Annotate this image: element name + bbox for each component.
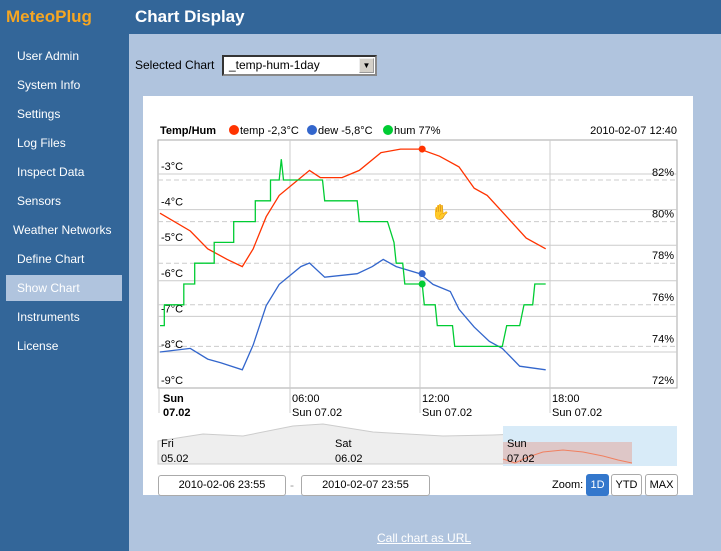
y-left-tick-label: -9°C: [161, 375, 183, 387]
legend-series-value: -5,8°C: [341, 125, 372, 137]
y-right-tick-label: 76%: [652, 292, 674, 304]
logo: MeteoPlug: [6, 7, 92, 26]
x-tick-sublabel: Sun 07.02: [552, 407, 602, 419]
hover-marker-hum: [418, 280, 426, 288]
y-right-tick-label: 80%: [652, 209, 674, 221]
page-title: Chart Display: [135, 7, 245, 26]
sidebar-item-instruments[interactable]: Instruments: [6, 304, 122, 330]
hover-marker-dew: [418, 270, 426, 278]
navigator-label: Sun: [507, 438, 527, 450]
legend-series-value: -2,3°C: [268, 125, 299, 137]
series-line-hum: [160, 159, 546, 348]
sidebar-item-sensors[interactable]: Sensors: [6, 188, 122, 214]
chart: -3°C-4°C-5°C-6°C-7°C-8°C-9°C82%80%78%76%…: [157, 125, 678, 466]
x-tick-label: 12:00: [422, 393, 450, 405]
series-line-temp: [159, 148, 547, 268]
chart-select[interactable]: _temp-hum-1day ▼: [222, 55, 377, 76]
range-separator: -: [290, 478, 294, 492]
navigator-sublabel: 06.02: [335, 453, 363, 465]
x-tick-sublabel: Sun 07.02: [422, 407, 472, 419]
legend-temp-marker-icon: [229, 125, 239, 135]
chevron-down-icon[interactable]: ▼: [359, 58, 374, 73]
sidebar-item-show-chart[interactable]: Show Chart: [6, 275, 122, 301]
legend-series-name: hum: [394, 125, 415, 137]
y-left-tick-label: -5°C: [161, 232, 183, 244]
hand-cursor-icon: ✋: [431, 203, 450, 221]
x-tick-label: 06:00: [292, 393, 320, 405]
call-chart-url-link[interactable]: Call chart as URL: [377, 531, 471, 545]
x-tick-label: 18:00: [552, 393, 580, 405]
series-line-dew: [159, 258, 546, 371]
top-bar: MeteoPlug Chart Display: [0, 0, 721, 34]
chart-select-value: _temp-hum-1day: [229, 58, 320, 72]
range-from-input[interactable]: 2010-02-06 23:55: [158, 475, 286, 496]
chart-timestamp: 2010-02-07 12:40: [590, 125, 677, 137]
legend-item-hum[interactable]: hum 77%: [383, 125, 441, 137]
sidebar-item-define-chart[interactable]: Define Chart: [6, 246, 122, 272]
sidebar-item-log-files[interactable]: Log Files: [6, 130, 122, 156]
sidebar-item-weather-networks[interactable]: Weather Networks: [6, 217, 122, 243]
sidebar-item-license[interactable]: License: [6, 333, 122, 359]
legend-series-value: 77%: [418, 125, 440, 137]
legend-item-temp[interactable]: temp -2,3°C: [229, 125, 299, 137]
y-right-tick-label: 78%: [652, 250, 674, 262]
sidebar-item-inspect-data[interactable]: Inspect Data: [6, 159, 122, 185]
range-to-input[interactable]: 2010-02-07 23:55: [301, 475, 430, 496]
y-left-tick-label: -3°C: [161, 161, 183, 173]
legend-series-name: temp: [240, 125, 264, 137]
x-tick-sublabel: Sun 07.02: [292, 407, 342, 419]
selected-chart-label: Selected Chart: [135, 58, 215, 72]
sidebar-item-user-admin[interactable]: User Admin: [6, 43, 122, 69]
legend-dew-label: dew -5,8°C: [318, 125, 373, 137]
legend-temp-label: temp -2,3°C: [240, 125, 299, 137]
chart-container: -3°C -4°C -5°C -6°C -7°C -8°C -9°C 82% 80% 78% 76%…: [143, 96, 693, 495]
navigator-label: Fri: [161, 438, 174, 450]
legend-item-dew[interactable]: dew -5,8°C: [307, 125, 373, 137]
navigator-label: Sat: [335, 438, 352, 450]
y-right-tick-label: 72%: [652, 375, 674, 387]
sidebar-item-system-info[interactable]: System Info: [6, 72, 122, 98]
legend-hum-marker-icon: [383, 125, 393, 135]
zoom-max-button[interactable]: MAX: [645, 474, 678, 496]
zoom-ytd-button[interactable]: YTD: [611, 474, 642, 496]
navigator-sublabel: 05.02: [161, 453, 189, 465]
y-left-tick-label: -4°C: [161, 197, 183, 209]
y-right-tick-label: 74%: [652, 333, 674, 345]
sidebar-item-settings[interactable]: Settings: [6, 101, 122, 127]
legend-dew-marker-icon: [307, 125, 317, 135]
navigator-sublabel: 07.02: [507, 453, 535, 465]
chart-title: Temp/Hum: [160, 125, 216, 137]
y-left-tick-label: -6°C: [161, 268, 183, 280]
hover-marker-temp: [418, 145, 426, 153]
x-tick-label: Sun: [163, 393, 184, 405]
x-tick-sublabel: 07.02: [163, 407, 191, 419]
legend-hum-label: hum 77%: [394, 125, 441, 137]
y-right-tick-label: 82%: [652, 167, 674, 179]
legend-series-name: dew: [318, 125, 338, 137]
zoom-1d-button[interactable]: 1D: [586, 474, 609, 496]
zoom-label: Zoom:: [552, 479, 584, 491]
sidebar: User Admin System Info Settings Log Files In…: [0, 34, 129, 551]
